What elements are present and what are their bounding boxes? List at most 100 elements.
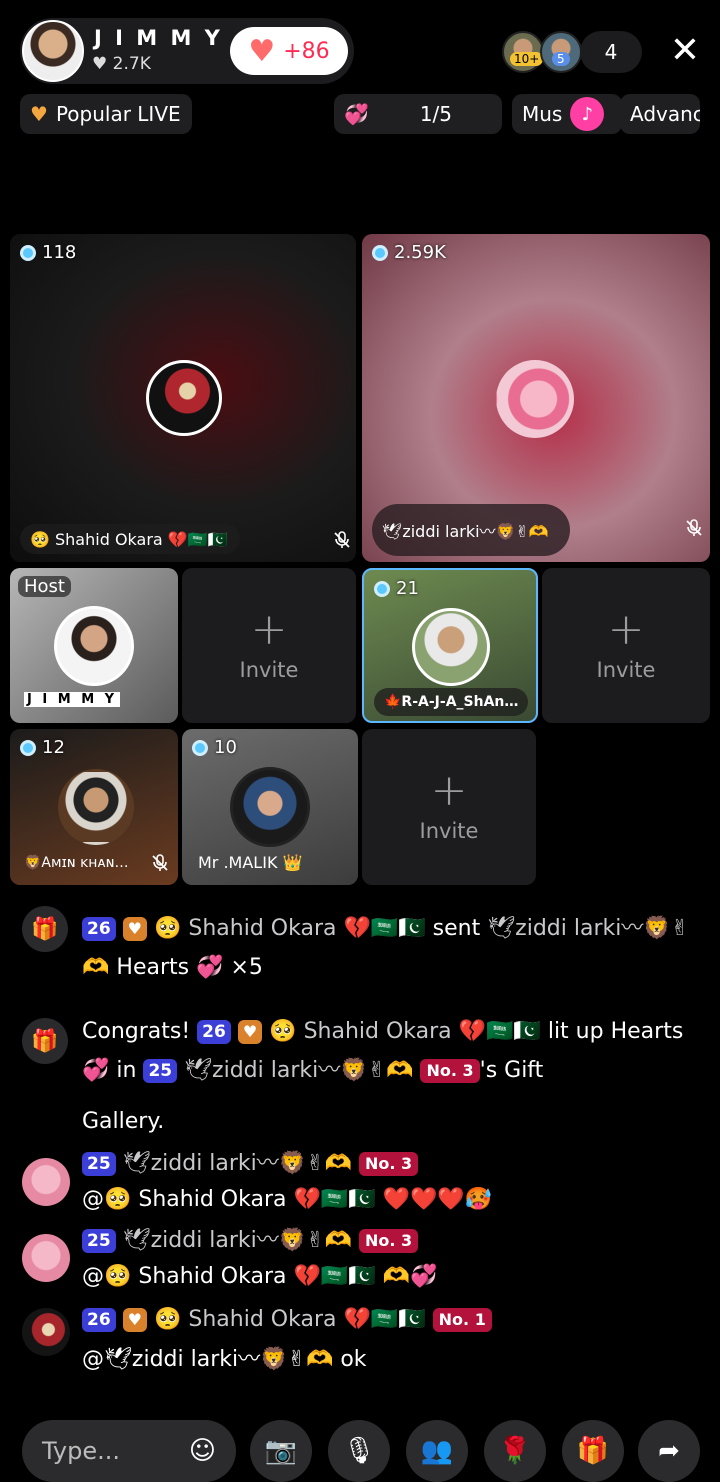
plus-icon: +	[250, 603, 288, 655]
close-icon[interactable]: ✕	[664, 30, 706, 72]
people-icon[interactable]: 👥	[406, 1420, 468, 1482]
chat-username[interactable]: 🕊ziddi larki〰🦁✌🫶	[123, 1151, 352, 1176]
chat-text: @🥺 Shahid Okara 💔🇸🇦🇵🇰 ❤️❤️❤️🥵	[82, 1187, 493, 1212]
mic-off-icon	[152, 854, 168, 871]
camera-off-icon[interactable]: 📷	[250, 1420, 312, 1482]
diamond-level-badge: 26	[82, 1308, 116, 1332]
chat-avatar[interactable]	[22, 1308, 70, 1356]
mic-off-icon	[686, 519, 702, 536]
viewer-count[interactable]: 4	[580, 31, 642, 73]
host-tile-avatar	[54, 606, 134, 686]
plus-icon: +	[607, 603, 645, 655]
emoji-icon[interactable]: ☺	[189, 1436, 216, 1466]
viewer-badge-count: 12	[42, 737, 65, 758]
viewer-badge: 12	[20, 737, 65, 758]
invite-label: Invite	[419, 819, 479, 843]
chat-message: 26 ♥ 🥺 Shahid Okara 💔🇸🇦🇵🇰 No. 1 @🕊ziddi …	[82, 1300, 702, 1380]
diamond-level-badge: 25	[82, 1229, 116, 1253]
advanced-chip[interactable]: Advanc	[620, 94, 700, 134]
viewer-dot-icon	[20, 739, 36, 756]
viewer-dot-icon	[372, 244, 388, 261]
chat-text: @🥺 Shahid Okara 💔🇸🇦🇵🇰 🫶💞	[82, 1264, 438, 1289]
viewer-badge-count: 118	[42, 242, 77, 263]
fan-club-badge: ♥	[237, 1020, 263, 1044]
guest-tile[interactable]: 10 Mr .MALIK 👑	[182, 729, 358, 885]
chat-message: 25 🕊ziddi larki〰🦁✌🫶 No. 3 @🥺 Shahid Okar…	[82, 1146, 702, 1218]
diamond-level-badge: 25	[82, 1152, 116, 1176]
host-likes: ♥ 2.7K	[92, 54, 151, 74]
viewer-dot-icon	[20, 244, 36, 261]
guest-tile-selected[interactable]: 21 🍁R-A-J-A_ShAn…	[362, 568, 538, 723]
rank-badge: No. 1	[432, 1308, 492, 1332]
guest-name-pill: 🕊ziddi larki〰🦁✌🫶	[372, 504, 570, 556]
guest-avatar	[58, 769, 134, 845]
music-icon: ♪	[570, 97, 605, 131]
chat-mid: lit up	[547, 1019, 604, 1044]
guest-tile[interactable]: 2.59K 🕊ziddi larki〰🦁✌🫶	[362, 234, 710, 562]
invite-slot[interactable]: + Invite	[542, 568, 710, 723]
comment-input[interactable]: Type... ☺	[22, 1420, 236, 1482]
chat-message: 25 🕊ziddi larki〰🦁✌🫶 No. 3 @🥺 Shahid Okar…	[82, 1223, 702, 1295]
viewer-badge: 118	[20, 242, 76, 263]
chat-username[interactable]: 🥺 Shahid Okara 💔🇸🇦🇵🇰	[154, 1307, 426, 1332]
like-button-label: +86	[283, 38, 330, 64]
heart-icon: ♥	[248, 33, 276, 69]
guest-avatar	[496, 360, 574, 438]
viewer-dot-icon	[374, 580, 390, 597]
top-viewer-badge: 10+	[510, 52, 544, 66]
rank-badge: No. 3	[420, 1059, 480, 1083]
music-label: Mus	[522, 102, 563, 126]
heart-icon: ♥	[30, 102, 48, 126]
viewer-dot-icon	[192, 739, 208, 756]
diamond-level-badge: 26	[82, 917, 116, 941]
viewer-badge-count: 10	[214, 737, 237, 758]
diamond-level-badge: 26	[197, 1020, 231, 1044]
music-chip[interactable]: Mus ♪	[512, 94, 622, 134]
chat-username[interactable]: 🕊ziddi larki〰🦁✌🫶	[123, 1228, 352, 1253]
guest-name-pill: 🥺 Shahid Okara 💔🇸🇦🇵🇰	[20, 524, 240, 554]
invite-label: Invite	[596, 657, 656, 682]
mic-off-icon[interactable]: 🎙	[328, 1420, 390, 1482]
share-icon[interactable]: ➦	[638, 1420, 700, 1482]
chat-target[interactable]: 🕊ziddi larki〰🦁✌🫶	[184, 1058, 413, 1083]
chat-action: sent	[432, 916, 481, 941]
host-label: Host	[18, 576, 71, 597]
rank-badge: No. 3	[359, 1229, 419, 1253]
guest-tile[interactable]: 12 🦁Aᴍɪɴ ᴋʜᴀɴ…	[10, 729, 178, 885]
guest-avatar	[146, 360, 222, 436]
chat-message: 26 ♥ 🥺 Shahid Okara 💔🇸🇦🇵🇰 sent 🕊ziddi la…	[82, 909, 702, 987]
rank-badge: No. 3	[359, 1152, 419, 1176]
fan-club-badge: ♥	[122, 1308, 148, 1332]
like-button[interactable]: ♥ +86	[230, 27, 348, 75]
host-avatar[interactable]	[22, 20, 84, 82]
page-indicator: 1/5	[419, 102, 452, 126]
viewer-badge-count: 21	[396, 578, 419, 599]
gift-goal-chip[interactable]: 💞 1/5	[334, 94, 502, 134]
gift-icon: 🎁	[22, 1018, 68, 1064]
guest-tile[interactable]: 118 🥺 Shahid Okara 💔🇸🇦🇵🇰	[10, 234, 356, 562]
comment-placeholder: Type...	[42, 1437, 121, 1465]
chat-avatar[interactable]	[22, 1234, 70, 1282]
invite-slot[interactable]: + Invite	[362, 729, 536, 885]
viewer-badge-count: 2.59K	[394, 242, 446, 263]
viewer-badge: 10	[192, 737, 237, 758]
popular-live-label: Popular LIVE	[55, 102, 181, 126]
gift-icon[interactable]: 🎁	[562, 1420, 624, 1482]
guest-avatar	[230, 767, 310, 847]
chat-text: @🕊ziddi larki〰🦁✌🫶 ok	[82, 1347, 367, 1372]
chat-avatar[interactable]	[22, 1158, 70, 1206]
viewer-badge: 21	[374, 578, 419, 599]
chat-tail: 's Gift	[479, 1058, 544, 1083]
chat-gift: Hearts 💞 ×5	[116, 955, 263, 980]
invite-slot[interactable]: + Invite	[182, 568, 356, 723]
host-tile[interactable]: Host J I M M Y	[10, 568, 178, 723]
popular-live-chip[interactable]: ♥ Popular LIVE	[20, 94, 192, 134]
guest-avatar	[412, 608, 490, 686]
rose-icon[interactable]: 🌹	[484, 1420, 546, 1482]
host-name: J I M M Y	[94, 26, 223, 50]
viewer-badge: 2.59K	[372, 242, 446, 263]
chat-username[interactable]: 🥺 Shahid Okara 💔🇸🇦🇵🇰	[154, 916, 426, 941]
guest-name-pill: 🦁Aᴍɪɴ ᴋʜᴀɴ…	[24, 855, 129, 871]
chat-username[interactable]: 🥺 Shahid Okara 💔🇸🇦🇵🇰	[269, 1019, 541, 1044]
gift-icon: 🎁	[22, 906, 68, 952]
